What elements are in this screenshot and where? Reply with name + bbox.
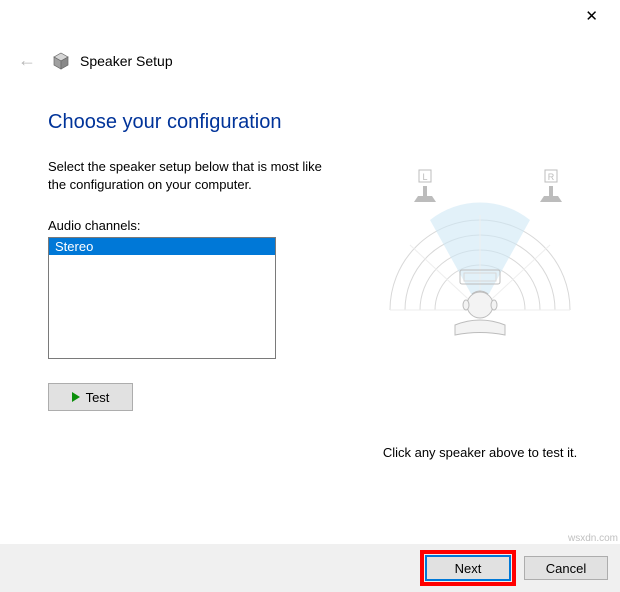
next-button[interactable]: Next [426,556,510,580]
highlight-annotation: Next [420,550,516,586]
window-title: Speaker Setup [80,53,173,69]
cancel-button[interactable]: Cancel [524,556,608,580]
audio-channels-listbox[interactable]: Stereo [48,237,276,359]
page-heading: Choose your configuration [48,111,596,134]
speaker-diagram[interactable]: L R [370,160,590,360]
speaker-right[interactable]: R [540,170,562,202]
wizard-button-bar: Next Cancel [0,544,620,592]
speaker-setup-icon [52,52,70,70]
test-button-label: Test [86,390,110,405]
list-item[interactable]: Stereo [49,238,275,255]
play-icon [72,392,80,402]
diagram-hint: Click any speaker above to test it. [360,445,600,460]
close-icon[interactable]: ✕ [575,3,608,29]
test-button[interactable]: Test [48,383,133,411]
back-arrow-icon: ← [18,50,42,71]
svg-text:R: R [548,172,555,182]
watermark: wsxdn.com [568,533,618,544]
svg-text:L: L [422,172,427,182]
instructions-text: Select the speaker setup below that is m… [48,158,338,194]
speaker-left[interactable]: L [414,170,436,202]
